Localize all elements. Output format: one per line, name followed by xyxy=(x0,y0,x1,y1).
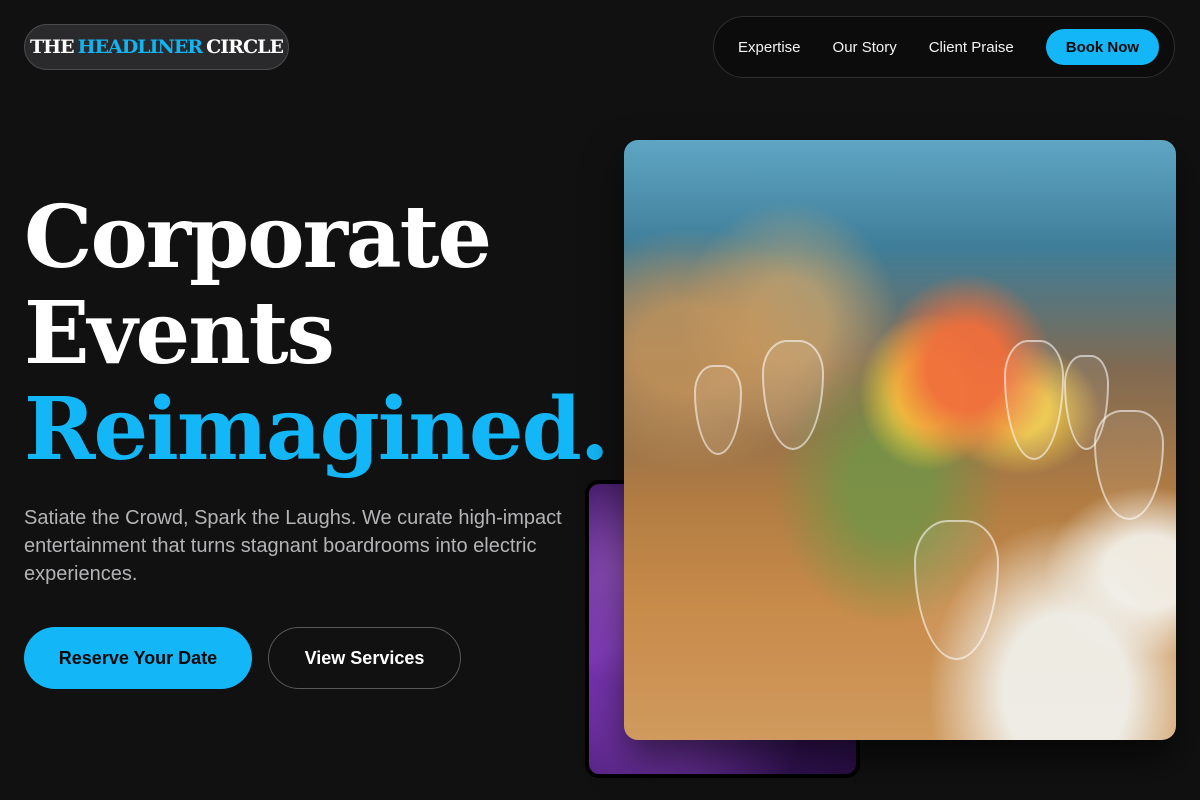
reserve-date-button[interactable]: Reserve Your Date xyxy=(24,627,252,689)
nav-link-our-story[interactable]: Our Story xyxy=(833,39,897,56)
brand-logo[interactable]: THE HEADLINER CIRCLE xyxy=(24,24,289,70)
headline-line-2: Events xyxy=(24,283,335,384)
nav-link-client-praise[interactable]: Client Praise xyxy=(929,39,1014,56)
hero-headline: Corporate Events Reimagined. xyxy=(24,187,610,480)
headline-line-3: Reimagined. xyxy=(24,379,610,480)
view-services-button[interactable]: View Services xyxy=(268,627,461,689)
logo-text-circle: CIRCLE xyxy=(206,36,284,58)
nav-link-expertise[interactable]: Expertise xyxy=(738,39,801,56)
hero-subtitle: Satiate the Crowd, Spark the Laughs. We … xyxy=(24,507,562,585)
headline-line-1: Corporate xyxy=(24,187,492,288)
event-table-image xyxy=(624,140,1176,740)
main-nav: Expertise Our Story Client Praise Book N… xyxy=(713,16,1175,78)
logo-text-headliner: HEADLINER xyxy=(77,36,204,58)
book-now-button[interactable]: Book Now xyxy=(1045,29,1160,65)
logo-text-the: THE xyxy=(30,36,75,58)
landing-page: THE HEADLINER CIRCLE Expertise Our Story… xyxy=(0,0,1200,800)
